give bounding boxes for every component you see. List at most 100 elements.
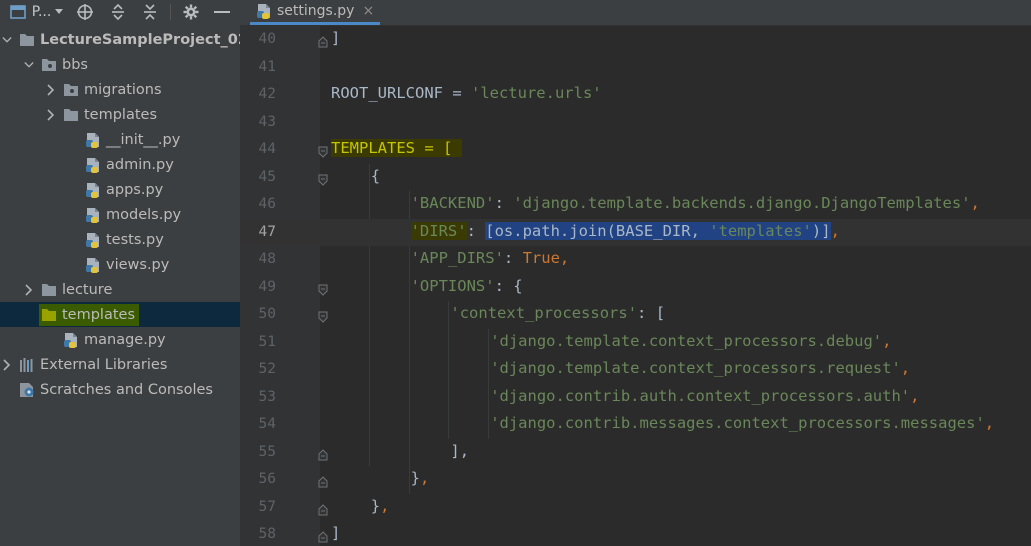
tree-item-apps-py[interactable]: apps.py — [0, 177, 240, 202]
code-line[interactable]: 55], — [240, 439, 1031, 467]
package-folder-icon — [63, 82, 79, 98]
code-line[interactable]: 45 { — [240, 164, 1031, 192]
code-line[interactable]: 50 'context_processors': [ — [240, 301, 1031, 329]
tab-settings-py[interactable]: settings.py × — [250, 0, 381, 25]
tree-item-templates[interactable]: templates — [0, 102, 240, 127]
code-token: } — [410, 469, 420, 487]
gear-icon[interactable] — [181, 0, 201, 24]
code-line[interactable]: 43 — [240, 109, 1031, 137]
fold-end-icon[interactable] — [318, 34, 328, 48]
expand-all-icon[interactable] — [108, 0, 128, 24]
tree-item-content: apps.py — [85, 182, 163, 198]
tree-item-admin-py[interactable]: admin.py — [0, 152, 240, 177]
tree-item-tests-py[interactable]: tests.py — [0, 227, 240, 252]
code-token: , — [380, 496, 390, 515]
locate-icon[interactable] — [75, 0, 95, 24]
tree-item-label: __init__.py — [106, 131, 181, 148]
tree-item-views-py[interactable]: views.py — [0, 252, 240, 277]
project-view-dropdown[interactable]: P... — [31, 0, 65, 24]
code-token: ] — [331, 29, 341, 47]
chevron-right-icon[interactable] — [24, 283, 34, 296]
tree-item-bbs[interactable]: bbs — [0, 52, 240, 77]
toolbar-separator — [170, 4, 171, 20]
code-line[interactable]: 51 'django.template.context_processors.de… — [240, 329, 1031, 357]
chevron-down-icon[interactable] — [24, 59, 34, 71]
python-file-icon — [63, 332, 79, 348]
fold-end-icon[interactable] — [318, 529, 328, 543]
fold-start-icon[interactable] — [318, 282, 328, 296]
code-token: 'django.template.context_processors.requ… — [490, 359, 901, 377]
code-token: 'BACKEND' — [410, 194, 495, 212]
code-line[interactable]: 49 'OPTIONS': { — [240, 274, 1031, 302]
fold-end-icon[interactable] — [318, 502, 328, 515]
tree-item-content: bbs — [41, 57, 88, 73]
code-line[interactable]: 57}, — [240, 494, 1031, 522]
chevron-down-icon[interactable] — [2, 34, 12, 46]
code-line[interactable]: 44 TEMPLATES = [ — [240, 136, 1031, 164]
code-line[interactable]: 58] — [240, 521, 1031, 546]
code-token: , — [882, 331, 892, 350]
line-number: 56 — [258, 471, 276, 487]
line-number: 43 — [258, 113, 276, 130]
tree-item-scratches-and-consoles[interactable]: Scratches and Consoles — [0, 377, 240, 402]
line-number: 51 — [258, 333, 276, 350]
project-view-icon[interactable] — [8, 0, 28, 24]
chevron-right-icon[interactable] — [46, 108, 56, 121]
tree-item-lecturesampleproject-0216[interactable]: LectureSampleProject_0216 — [0, 27, 240, 52]
tree-item-migrations[interactable]: migrations — [0, 77, 240, 102]
tree-item-templates[interactable]: templates — [0, 302, 240, 327]
tree-item-lecture[interactable]: lecture — [0, 277, 240, 302]
code-line[interactable]: 40] — [240, 26, 1031, 54]
tree-item-content: __init__.py — [85, 132, 180, 148]
code-line[interactable]: 53 'django.contrib.auth.context_processor… — [240, 384, 1031, 412]
code-line[interactable]: 46 'BACKEND': 'django.template.backends.d… — [240, 191, 1031, 219]
tree-item-content: models.py — [85, 207, 181, 223]
chevron-right-icon[interactable] — [46, 83, 56, 96]
code-editor[interactable]: 40] 41 42 ROOT_URLCONF = 'lecture.urls' 43 44… — [240, 26, 1031, 546]
code-token: : — [466, 221, 486, 240]
close-tab-icon[interactable]: × — [362, 3, 374, 19]
code-line[interactable]: 54 'django.contrib.messages.context_proce… — [240, 411, 1031, 439]
project-view-title: P... — [31, 4, 52, 20]
tree-item-content: templates — [39, 303, 140, 326]
fold-end-icon[interactable] — [318, 447, 328, 460]
tree-item-manage-py[interactable]: manage.py — [0, 327, 240, 352]
code-token: 'templates' — [709, 221, 812, 240]
collapse-all-icon[interactable] — [140, 0, 160, 24]
code-line[interactable]: 41 — [240, 54, 1031, 82]
code-token: 'django.template.context_processors.debu… — [490, 331, 883, 350]
tree-item-label: manage.py — [84, 331, 166, 348]
tree-item-external-libraries[interactable]: External Libraries — [0, 352, 240, 377]
code-text: ] — [331, 29, 340, 47]
tree-item-models-py[interactable]: models.py — [0, 202, 240, 227]
code-token: { — [370, 166, 381, 185]
code-line[interactable]: 47 'DIRS': [os.path.join(BASE_DIR, 'templ… — [240, 218, 1031, 246]
code-line[interactable]: 42 ROOT_URLCONF = 'lecture.urls' — [240, 81, 1031, 109]
code-token: , — [970, 194, 980, 212]
minimize-icon[interactable] — [211, 0, 233, 24]
fold-start-icon[interactable] — [318, 309, 328, 323]
tree-item-label: apps.py — [106, 181, 164, 198]
tree-item-label: lecture — [62, 281, 113, 298]
code-text: 'django.contrib.messages.context_process… — [490, 414, 994, 432]
code-text: 'DIRS': [os.path.join(BASE_DIR, 'templat… — [410, 221, 840, 240]
code-line[interactable]: 56}, — [240, 466, 1031, 494]
code-text: 'BACKEND': 'django.template.backends.dja… — [411, 194, 980, 212]
code-line[interactable]: 48 'APP_DIRS': True, — [240, 246, 1031, 274]
line-number: 44 — [258, 141, 276, 157]
line-number: 53 — [258, 388, 276, 405]
fold-start-icon[interactable] — [318, 144, 328, 158]
code-token: , — [910, 386, 920, 405]
code-token: ] — [331, 524, 341, 542]
chevron-right-icon[interactable] — [2, 358, 12, 371]
tree-item-init-py[interactable]: __init__.py — [0, 127, 240, 152]
line-number: 58 — [258, 526, 276, 542]
code-token: , — [419, 469, 430, 487]
fold-start-icon[interactable] — [318, 172, 328, 186]
tree-item-label: LectureSampleProject_0216 — [40, 31, 240, 48]
line-number: 47 — [258, 223, 276, 240]
fold-end-icon[interactable] — [318, 474, 328, 488]
tree-item-label: admin.py — [106, 156, 174, 173]
python-file-icon — [85, 257, 101, 273]
code-line[interactable]: 52 'django.template.context_processors.re… — [240, 356, 1031, 384]
